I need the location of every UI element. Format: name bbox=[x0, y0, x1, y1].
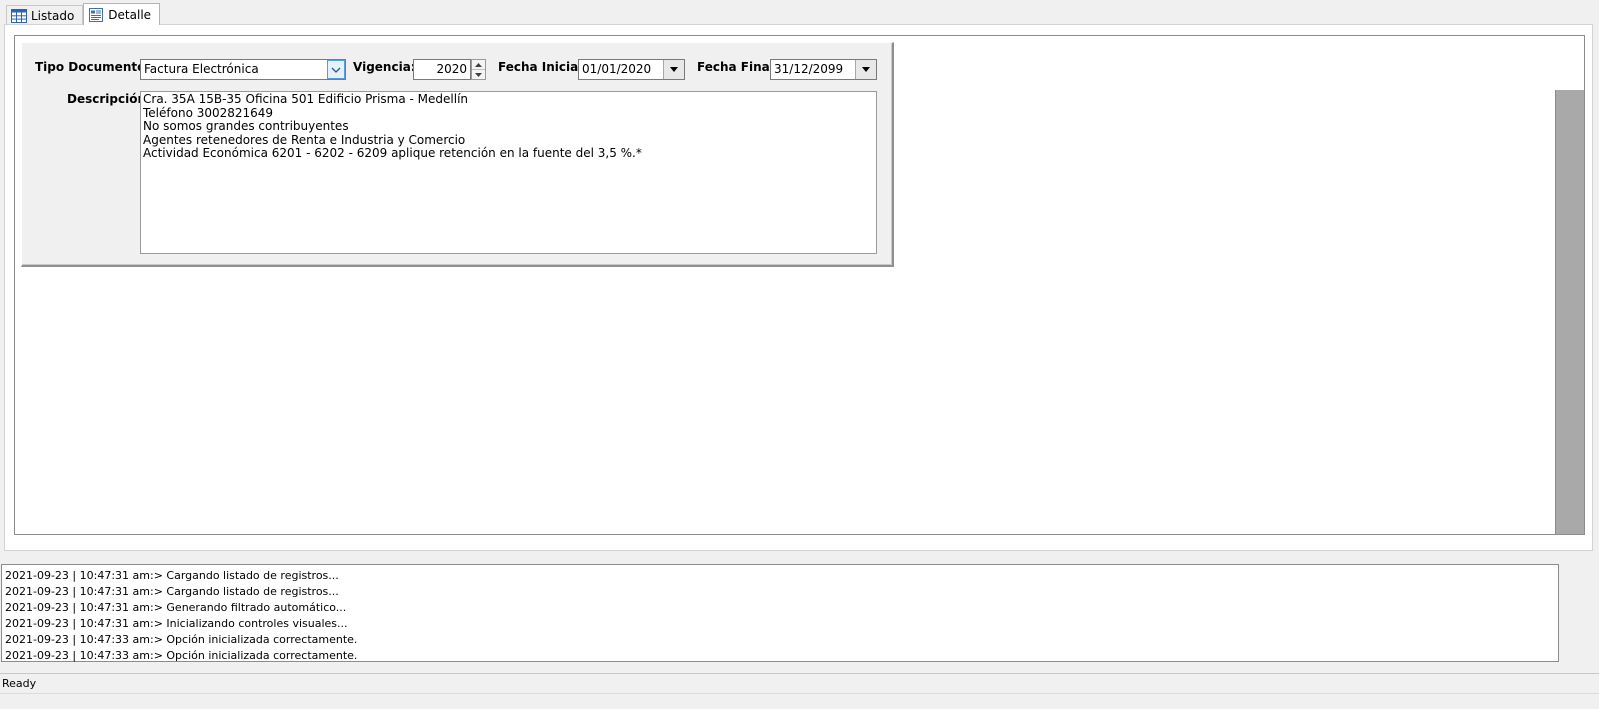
triangle-down-icon bbox=[670, 67, 678, 72]
fecha-final-label: Fecha Final: bbox=[697, 60, 779, 74]
log-line: 2021-09-23 | 10:47:31 am:> Generando fil… bbox=[5, 601, 347, 614]
detalle-tab-panel: Tipo Documento: Factura Electrónica Vige… bbox=[4, 24, 1593, 551]
document-form: Tipo Documento: Factura Electrónica Vige… bbox=[21, 42, 894, 267]
vertical-scrollbar[interactable] bbox=[1555, 90, 1584, 534]
fecha-inicial-value: 01/01/2020 bbox=[582, 62, 652, 76]
fecha-final-picker[interactable]: 31/12/2099 bbox=[770, 59, 877, 80]
vigencia-spinner[interactable] bbox=[471, 59, 486, 80]
log-line: 2021-09-23 | 10:47:31 am:> Cargando list… bbox=[5, 569, 339, 582]
fecha-inicial-picker[interactable]: 01/01/2020 bbox=[578, 59, 685, 80]
vigencia-value: 2020 bbox=[436, 62, 467, 76]
tipo-documento-dropdown-button[interactable] bbox=[327, 60, 345, 79]
tab-detalle[interactable]: Detalle bbox=[83, 3, 161, 25]
triangle-down-icon bbox=[475, 73, 482, 77]
tab-listado-label: Listado bbox=[31, 8, 75, 23]
fecha-inicial-dropdown-button[interactable] bbox=[663, 60, 684, 79]
log-line: 2021-09-23 | 10:47:31 am:> Cargando list… bbox=[5, 585, 339, 598]
vigencia-label: Vigencia: bbox=[353, 60, 416, 74]
chevron-down-icon bbox=[331, 67, 341, 73]
spin-down-button[interactable] bbox=[472, 70, 485, 80]
descripcion-line: Agentes retenedores de Renta e Industria… bbox=[143, 132, 466, 147]
log-line: 2021-09-23 | 10:47:33 am:> Opción inicia… bbox=[5, 649, 358, 662]
descripcion-line: Cra. 35A 15B-35 Oficina 501 Edificio Pri… bbox=[143, 92, 469, 106]
descripcion-line: Actividad Económica 6201 - 6202 - 6209 a… bbox=[143, 146, 642, 160]
detail-scroll-panel: Tipo Documento: Factura Electrónica Vige… bbox=[14, 35, 1585, 535]
descripcion-line: Teléfono 3002821649 bbox=[143, 105, 274, 120]
descripcion-textarea[interactable]: Cra. 35A 15B-35 Oficina 501 Edificio Pri… bbox=[140, 91, 877, 254]
table-icon bbox=[11, 8, 27, 23]
tipo-documento-value: Factura Electrónica bbox=[144, 62, 259, 76]
log-line: 2021-09-23 | 10:47:31 am:> Inicializando… bbox=[5, 617, 348, 630]
log-panel[interactable]: 2021-09-23 | 10:47:31 am:> Cargando list… bbox=[1, 564, 1559, 662]
tab-strip: Listado Detalle bbox=[6, 3, 161, 25]
vigencia-input[interactable]: 2020 bbox=[413, 59, 471, 80]
fecha-inicial-label: Fecha Inicial: bbox=[498, 60, 588, 74]
tab-detalle-label: Detalle bbox=[108, 7, 152, 22]
tab-listado[interactable]: Listado bbox=[6, 5, 84, 25]
tipo-documento-label: Tipo Documento: bbox=[35, 60, 151, 74]
spin-up-button[interactable] bbox=[472, 60, 485, 70]
descripcion-line: No somos grandes contribuyentes bbox=[143, 119, 349, 133]
bottom-edge bbox=[0, 693, 1599, 709]
fecha-final-dropdown-button[interactable] bbox=[855, 60, 876, 79]
tipo-documento-combo[interactable]: Factura Electrónica bbox=[140, 59, 346, 80]
status-bar: Ready bbox=[0, 673, 1599, 693]
descripcion-label: Descripción: bbox=[67, 92, 151, 106]
document-icon bbox=[89, 7, 104, 22]
fecha-final-value: 31/12/2099 bbox=[774, 62, 844, 76]
log-line: 2021-09-23 | 10:47:33 am:> Opción inicia… bbox=[5, 633, 358, 646]
status-text: Ready bbox=[2, 677, 37, 690]
triangle-up-icon bbox=[475, 62, 482, 67]
triangle-down-icon bbox=[862, 67, 870, 72]
